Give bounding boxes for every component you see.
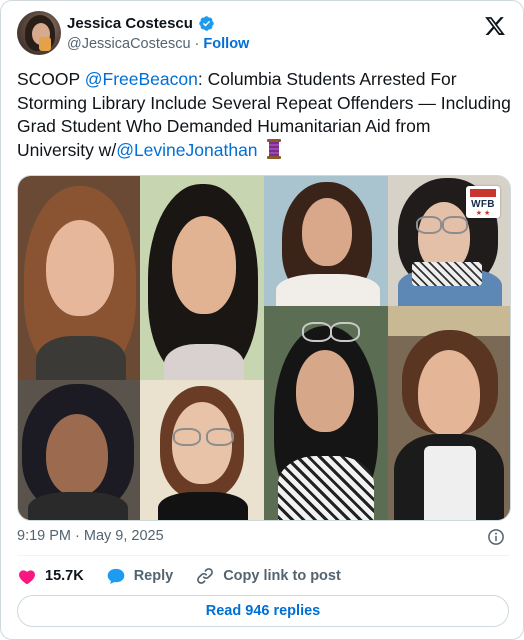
photo-1[interactable] <box>18 176 140 380</box>
wfb-watermark: WFB ★ ★ <box>466 186 500 218</box>
author-avatar[interactable] <box>17 11 61 55</box>
follow-button[interactable]: Follow <box>203 36 249 52</box>
photo-4[interactable]: WFB ★ ★ <box>388 176 510 306</box>
photo-6[interactable] <box>140 380 264 520</box>
tweet-timestamp[interactable]: 9:19 PM · May 9, 2025 <box>17 528 164 544</box>
author-handle[interactable]: @JessicaCostescu <box>67 36 191 52</box>
verified-badge-icon <box>199 16 214 31</box>
photo-2[interactable] <box>140 176 264 380</box>
media-grid[interactable]: WFB ★ ★ <box>17 175 511 521</box>
reply-button[interactable]: Reply <box>106 566 174 586</box>
like-count: 15.7K <box>45 568 84 584</box>
like-button[interactable]: 15.7K <box>17 566 84 586</box>
photo-3[interactable] <box>264 176 388 306</box>
mention-freebeacon[interactable]: @FreeBeacon <box>85 69 198 89</box>
photo-7[interactable] <box>264 306 388 520</box>
copy-link-button[interactable]: Copy link to post <box>195 566 341 586</box>
action-bar: 15.7K Reply Copy link to post <box>17 566 363 586</box>
x-logo-icon[interactable] <box>484 15 506 37</box>
tweet-card: Jessica Costescu @JessicaCostescu · Foll… <box>0 0 524 640</box>
reply-label: Reply <box>133 568 174 584</box>
tweet-text-part: SCOOP <box>17 69 85 89</box>
reply-bubble-icon <box>107 568 125 584</box>
info-icon[interactable] <box>487 528 505 546</box>
heart-icon <box>19 570 35 585</box>
link-icon <box>197 568 214 584</box>
author-name-row: Jessica Costescu <box>67 15 215 32</box>
divider <box>17 555 509 556</box>
mention-levinejonathan[interactable]: @LevineJonathan <box>116 140 257 160</box>
thread-spool-emoji-icon <box>266 138 282 159</box>
wfb-watermark-text: WFB <box>471 199 495 210</box>
avatar-cup <box>39 37 51 51</box>
author-display-name[interactable]: Jessica Costescu <box>67 15 193 32</box>
read-replies-button[interactable]: Read 946 replies <box>17 595 509 627</box>
copy-link-label: Copy link to post <box>223 568 341 584</box>
photo-5[interactable] <box>18 380 140 520</box>
photo-8[interactable] <box>388 306 510 520</box>
tweet-text: SCOOP @FreeBeacon: Columbia Students Arr… <box>17 68 511 162</box>
author-handle-row: @JessicaCostescu · Follow <box>67 36 249 52</box>
handle-separator: · <box>194 36 200 52</box>
